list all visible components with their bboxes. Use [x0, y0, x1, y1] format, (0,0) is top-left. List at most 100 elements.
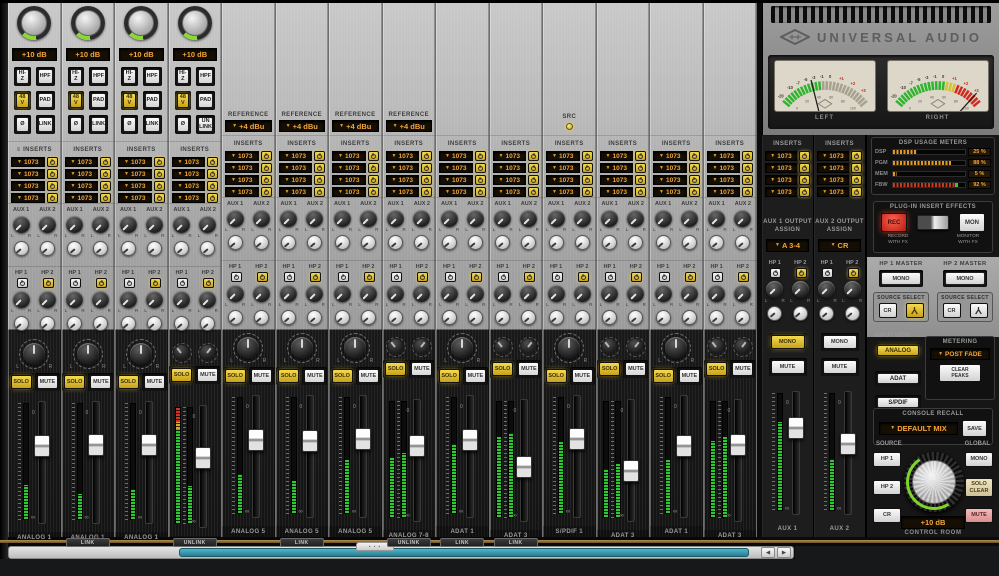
insert-select[interactable]: ▼1073	[118, 169, 152, 179]
pan-knob[interactable]	[628, 339, 643, 354]
aux-mono-button[interactable]: MONO	[771, 335, 805, 349]
hp-send-knob[interactable]	[681, 285, 698, 302]
insert-power-button[interactable]	[799, 187, 810, 197]
fader-handle[interactable]	[141, 434, 157, 456]
aux-pan-knob[interactable]	[628, 235, 643, 250]
insert-power-button[interactable]	[368, 187, 379, 197]
pan-knob-small[interactable]	[386, 337, 406, 357]
global-mono-button[interactable]: MONO	[965, 452, 993, 467]
hp1-power-button[interactable]	[231, 272, 242, 282]
insert-select[interactable]: ▼1073	[11, 169, 45, 179]
hp2-power-button[interactable]	[848, 268, 859, 278]
link-toggle[interactable]: UNLINK	[173, 538, 217, 547]
hp-send-knob[interactable]	[173, 291, 190, 308]
insert-power-button[interactable]	[689, 163, 700, 173]
insert-select[interactable]: ▼1073	[279, 175, 313, 185]
hp-send-knob[interactable]	[92, 291, 109, 308]
aux-send-knob[interactable]	[548, 210, 565, 227]
insert-power-button[interactable]	[689, 151, 700, 161]
insert-power-button[interactable]	[528, 151, 539, 161]
pan-knob[interactable]	[735, 339, 750, 354]
aux-pan-knob[interactable]	[521, 235, 536, 250]
insert-select[interactable]: ▼1073	[546, 163, 580, 173]
hp1-cr-source-button[interactable]: CR	[879, 303, 897, 318]
hpf-button[interactable]: HPF	[91, 69, 106, 84]
insert-select[interactable]: ▼1073	[279, 187, 313, 197]
scroll-right-button[interactable]: ▶	[777, 547, 791, 558]
fader-handle[interactable]	[355, 428, 371, 450]
mute-button[interactable]: MUTE	[304, 369, 325, 383]
aux-send-knob[interactable]	[227, 210, 244, 227]
insert-power-button[interactable]	[528, 175, 539, 185]
phantom-48v-button[interactable]: 48 V	[16, 93, 29, 108]
pan-knob-small[interactable]	[172, 343, 192, 363]
aux-pan-knob[interactable]	[93, 241, 108, 256]
insert-select[interactable]: ▼1073	[707, 151, 741, 161]
insert-power-button[interactable]	[47, 169, 58, 179]
hp-pan-knob[interactable]	[521, 310, 536, 325]
fader-handle[interactable]	[248, 429, 264, 451]
insert-power-button[interactable]	[528, 163, 539, 173]
pad-button[interactable]: PAD	[145, 93, 160, 108]
insert-power-button[interactable]	[261, 151, 272, 161]
aux-send-knob[interactable]	[146, 216, 163, 233]
hp1-power-button[interactable]	[338, 272, 349, 282]
hp-send-knob[interactable]	[520, 285, 537, 302]
hp-pan-knob[interactable]	[468, 310, 483, 325]
fader-track[interactable]	[466, 395, 474, 518]
aux-mono-button[interactable]: MONO	[823, 335, 857, 349]
link-toggle[interactable]: UNLINK	[387, 538, 431, 547]
insert-power-button[interactable]	[742, 175, 753, 185]
scroll-left-button[interactable]: ◀	[761, 547, 775, 558]
solo-button[interactable]: SOLO	[546, 369, 567, 383]
fader-track[interactable]	[306, 395, 314, 518]
fader-track[interactable]	[145, 401, 153, 524]
insert-select[interactable]: ▼1073	[332, 175, 366, 185]
hp-pan-knob[interactable]	[281, 310, 296, 325]
control-room-level-knob[interactable]	[904, 452, 964, 512]
insert-select[interactable]: ▼1073	[765, 163, 797, 173]
fader-track[interactable]	[92, 401, 100, 524]
insert-select[interactable]: ▼1073	[439, 187, 473, 197]
hp-send-knob[interactable]	[766, 281, 783, 298]
hp2-mono-button[interactable]: MONO	[945, 272, 985, 285]
insert-select[interactable]: ▼1073	[765, 175, 797, 185]
aux-send-knob[interactable]	[627, 210, 644, 227]
hp-send-knob[interactable]	[280, 285, 297, 302]
aux-pan-knob[interactable]	[414, 235, 429, 250]
hi-z-button[interactable]: HI-Z	[70, 69, 83, 84]
aux-send-knob[interactable]	[708, 210, 725, 227]
aux-pan-knob[interactable]	[575, 235, 590, 250]
pan-knob-small[interactable]	[733, 337, 753, 357]
fader-handle[interactable]	[623, 460, 639, 482]
mute-button[interactable]: MUTE	[251, 369, 272, 383]
aux-pan-knob[interactable]	[549, 235, 564, 250]
solo-button[interactable]: SOLO	[118, 375, 139, 389]
hp-send-knob[interactable]	[734, 285, 751, 302]
aux-pan-knob[interactable]	[335, 235, 350, 250]
hp-send-knob[interactable]	[627, 285, 644, 302]
insert-power-button[interactable]	[742, 187, 753, 197]
hp-send-knob[interactable]	[227, 285, 244, 302]
insert-select[interactable]: ▼1073	[765, 151, 797, 161]
insert-power-button[interactable]	[635, 187, 646, 197]
aux-pan-knob[interactable]	[709, 235, 724, 250]
insert-select[interactable]: ▼1073	[765, 187, 797, 197]
aux-mute-button[interactable]: MUTE	[823, 360, 857, 374]
hp2-power-button[interactable]	[257, 272, 268, 282]
hp2-split-source-button[interactable]	[970, 303, 988, 318]
link-toggle[interactable]: LINK	[494, 538, 538, 547]
hp-pan-knob[interactable]	[121, 316, 136, 331]
hp-pan-knob[interactable]	[819, 306, 834, 321]
fader-handle[interactable]	[569, 428, 585, 450]
pan-knob[interactable]	[709, 339, 724, 354]
hp-pan-knob[interactable]	[735, 310, 750, 325]
insert-select[interactable]: ▼1073	[653, 151, 687, 161]
phase-button[interactable]: Ø	[177, 117, 190, 132]
hp1-power-button[interactable]	[822, 268, 833, 278]
aux-pan-knob[interactable]	[67, 241, 82, 256]
hp-send-knob[interactable]	[334, 285, 351, 302]
insert-power-button[interactable]	[314, 163, 325, 173]
insert-power-button[interactable]	[154, 169, 165, 179]
fader-track[interactable]	[38, 401, 46, 524]
